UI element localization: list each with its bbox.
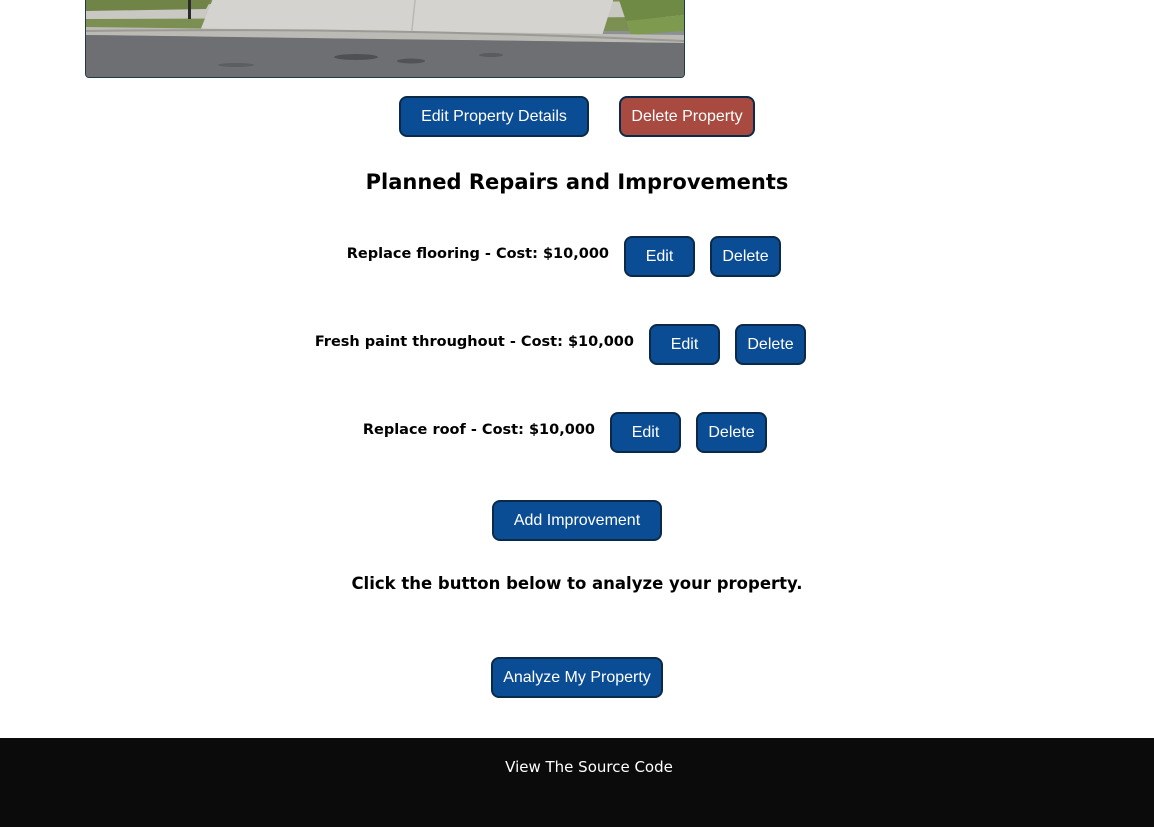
delete-property-button[interactable]: Delete Property	[619, 96, 755, 137]
repair-item-label: Fresh paint throughout - Cost: $10,000	[314, 334, 634, 350]
edit-repair-button[interactable]: Edit	[610, 412, 681, 453]
add-improvement-button[interactable]: Add Improvement	[492, 500, 662, 541]
analyze-prompt: Click the button below to analyze your p…	[351, 574, 803, 593]
property-page: Edit Property Details Delete Property Pl…	[0, 0, 1154, 827]
edit-property-button[interactable]: Edit Property Details	[399, 96, 589, 137]
analyze-property-button[interactable]: Analyze My Property	[491, 657, 663, 698]
footer: View The Source Code	[0, 738, 1154, 827]
repairs-heading: Planned Repairs and Improvements	[365, 170, 789, 194]
property-photo-image	[86, 0, 684, 77]
repair-item-label: Replace flooring - Cost: $10,000	[346, 246, 609, 262]
delete-repair-button[interactable]: Delete	[696, 412, 767, 453]
edit-repair-button[interactable]: Edit	[649, 324, 720, 365]
source-code-link[interactable]: View The Source Code	[0, 758, 1154, 776]
property-photo	[85, 0, 685, 78]
edit-repair-button[interactable]: Edit	[624, 236, 695, 277]
repair-item-label: Replace roof - Cost: $10,000	[362, 422, 595, 438]
delete-repair-button[interactable]: Delete	[735, 324, 806, 365]
delete-repair-button[interactable]: Delete	[710, 236, 781, 277]
